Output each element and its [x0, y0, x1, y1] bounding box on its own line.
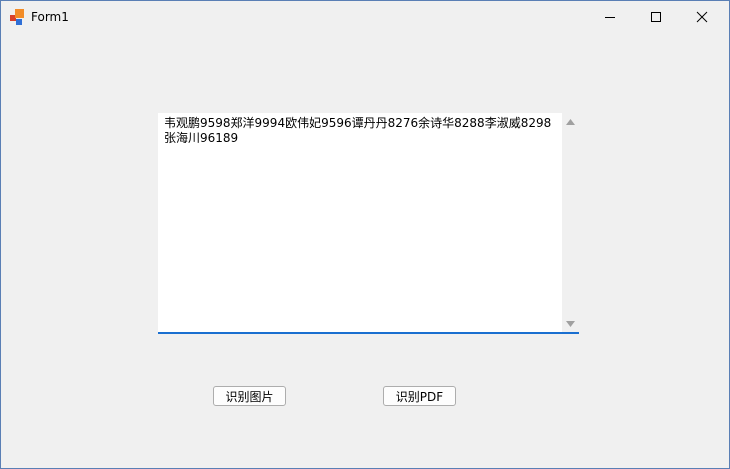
recognize-pdf-button[interactable]: 识别PDF — [383, 386, 456, 406]
maximize-icon — [651, 12, 661, 22]
title-bar[interactable]: Form1 — [1, 1, 729, 33]
app-icon — [10, 9, 26, 25]
scroll-down-button[interactable] — [562, 315, 579, 332]
maximize-button[interactable] — [633, 1, 679, 33]
result-textbox[interactable]: 韦观鹏9598郑洋9994欧伟妃9596谭丹丹8276余诗华8288李淑威829… — [158, 113, 579, 334]
minimize-button[interactable] — [587, 1, 633, 33]
window-title: Form1 — [31, 10, 69, 24]
arrow-down-icon — [566, 320, 575, 327]
result-text[interactable]: 韦观鹏9598郑洋9994欧伟妃9596谭丹丹8276余诗华8288李淑威829… — [164, 116, 554, 146]
scroll-up-button[interactable] — [562, 113, 579, 130]
minimize-icon — [605, 17, 615, 18]
app-window: Form1 韦观鹏9598郑洋9994欧伟妃9596谭丹丹8276余诗华8288… — [0, 0, 730, 469]
vertical-scrollbar[interactable] — [562, 113, 579, 332]
close-button[interactable] — [679, 1, 725, 33]
close-icon — [696, 11, 708, 23]
recognize-image-button[interactable]: 识别图片 — [213, 386, 286, 406]
arrow-up-icon — [566, 118, 575, 125]
